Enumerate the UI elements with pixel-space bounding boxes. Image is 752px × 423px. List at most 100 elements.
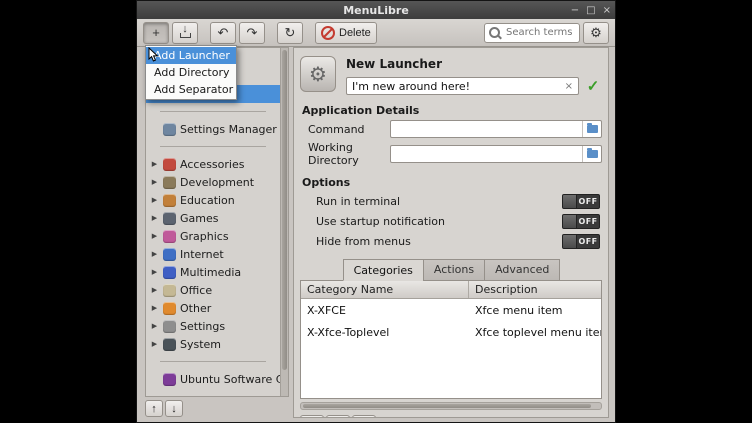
move-down-button[interactable]: ↓ [165,400,183,417]
save-icon: ↓ [179,26,192,39]
sidebar-item-other[interactable]: ▶ Other [146,299,280,317]
expander-icon[interactable]: ▶ [150,232,159,240]
menu-item-add-directory[interactable]: Add Directory [146,64,236,81]
menu-tree-list[interactable]: Settings Manager ▶ Accessories ▶ Develop… [146,48,280,396]
save-button[interactable]: ↓ [172,22,198,44]
settings-manager-icon [163,123,176,136]
launcher-icon-button[interactable]: ⚙ [300,56,336,92]
expander-icon[interactable]: ▶ [150,250,159,258]
move-up-button[interactable]: ↑ [145,400,163,417]
delete-label: Delete [339,27,371,39]
hide-from-menus-label: Hide from menus [316,235,562,248]
name-entry[interactable]: × [346,77,579,95]
tab-advanced[interactable]: Advanced [484,259,560,281]
sidebar-item-accessories[interactable]: ▶ Accessories [146,155,280,173]
command-input[interactable] [391,123,582,136]
sidebar-item-settings[interactable]: ▶ Settings [146,317,280,335]
settings-gear-button[interactable]: ⚙ [583,22,609,44]
category-actions-toolbar: + − ▤ [300,415,602,418]
sidebar-item-ubuntu-software-center[interactable]: Ubuntu Software Center [146,370,280,388]
search-input[interactable] [504,26,575,39]
graphics-icon [163,230,176,243]
expander-icon[interactable]: ▶ [150,196,159,204]
startup-notification-label: Use startup notification [316,215,562,228]
tab-categories[interactable]: Categories [343,259,424,281]
toggle-knob [563,215,577,228]
maximize-button[interactable]: □ [586,5,595,16]
other-icon [163,302,176,315]
sidebar-item-graphics[interactable]: ▶ Graphics [146,227,280,245]
run-in-terminal-label: Run in terminal [316,195,562,208]
sidebar-item-games[interactable]: ▶ Games [146,209,280,227]
confirm-check-button[interactable]: ✓ [584,77,602,95]
sidebar-item-development[interactable]: ▶ Development [146,173,280,191]
sidebar-item-multimedia[interactable]: ▶ Multimedia [146,263,280,281]
expander-icon[interactable]: ▶ [150,268,159,276]
column-description[interactable]: Description [469,281,601,298]
table-header[interactable]: Category Name Description [301,281,601,299]
table-horizontal-scrollbar[interactable] [300,402,602,410]
add-button[interactable]: + [143,22,169,44]
software-center-icon [163,373,176,386]
scrollbar-thumb[interactable] [282,50,287,370]
menulibre-window: MenuLibre − □ × + ↓ ↶ ↷ ↻ Delete ⚙ [136,0,616,423]
separator [160,146,266,147]
launcher-editor-panel: ⚙ New Launcher × ✓ Application Details C… [293,47,609,418]
application-details-heading: Application Details [302,104,602,117]
menu-item-add-separator[interactable]: Add Separator [146,81,236,98]
separator [160,111,266,112]
toggle-knob [563,235,577,248]
sidebar-item-system[interactable]: ▶ System [146,335,280,353]
expander-icon[interactable]: ▶ [150,160,159,168]
run-in-terminal-toggle[interactable]: OFF [562,194,600,209]
editor-tabs: Categories Actions Advanced [300,259,602,281]
expander-icon[interactable]: ▶ [150,322,159,330]
office-icon [163,284,176,297]
search-box[interactable] [484,23,580,43]
settings-icon [163,320,176,333]
column-category-name[interactable]: Category Name [301,281,469,298]
remove-category-button[interactable]: − [326,415,350,418]
table-row[interactable]: X-XFCE Xfce menu item [301,299,601,321]
minimize-button[interactable]: − [571,5,579,16]
add-category-button[interactable]: + [300,415,324,418]
tab-actions[interactable]: Actions [423,259,485,281]
sidebar-item-education[interactable]: ▶ Education [146,191,280,209]
working-directory-input[interactable] [391,148,582,161]
internet-icon [163,248,176,261]
hide-from-menus-toggle[interactable]: OFF [562,234,600,249]
delete-button[interactable]: Delete [315,22,377,44]
titlebar[interactable]: MenuLibre − □ × [137,1,615,19]
table-row[interactable]: X-Xfce-Toplevel Xfce toplevel menu item [301,321,601,343]
sidebar-item-internet[interactable]: ▶ Internet [146,245,280,263]
launcher-title: New Launcher [346,57,602,71]
workdir-browse-button[interactable] [582,146,601,162]
clear-icon[interactable]: × [560,81,578,92]
refresh-button[interactable]: ↻ [277,22,303,44]
edit-category-button[interactable]: ▤ [352,415,376,418]
search-icon [489,27,500,38]
startup-notification-toggle[interactable]: OFF [562,214,600,229]
expander-icon[interactable]: ▶ [150,340,159,348]
scrollbar-thumb[interactable] [303,404,591,408]
working-directory-entry[interactable] [390,145,602,163]
expander-icon[interactable]: ▶ [150,214,159,222]
sidebar-item-office[interactable]: ▶ Office [146,281,280,299]
name-input[interactable] [347,80,560,93]
undo-button[interactable]: ↶ [210,22,236,44]
window-title: MenuLibre [343,4,409,17]
redo-button[interactable]: ↷ [239,22,265,44]
close-button[interactable]: × [603,5,611,16]
delete-icon [321,26,335,40]
expander-icon[interactable]: ▶ [150,304,159,312]
main-toolbar: + ↓ ↶ ↷ ↻ Delete ⚙ [137,19,615,47]
categories-table[interactable]: Category Name Description X-XFCE Xfce me… [300,280,602,399]
development-icon [163,176,176,189]
sidebar-item-settings-manager[interactable]: Settings Manager [146,120,280,138]
expander-icon[interactable]: ▶ [150,178,159,186]
command-entry[interactable] [390,120,602,138]
expander-icon[interactable]: ▶ [150,286,159,294]
sidebar-scrollbar[interactable] [280,48,288,396]
command-browse-button[interactable] [582,121,601,137]
multimedia-icon [163,266,176,279]
